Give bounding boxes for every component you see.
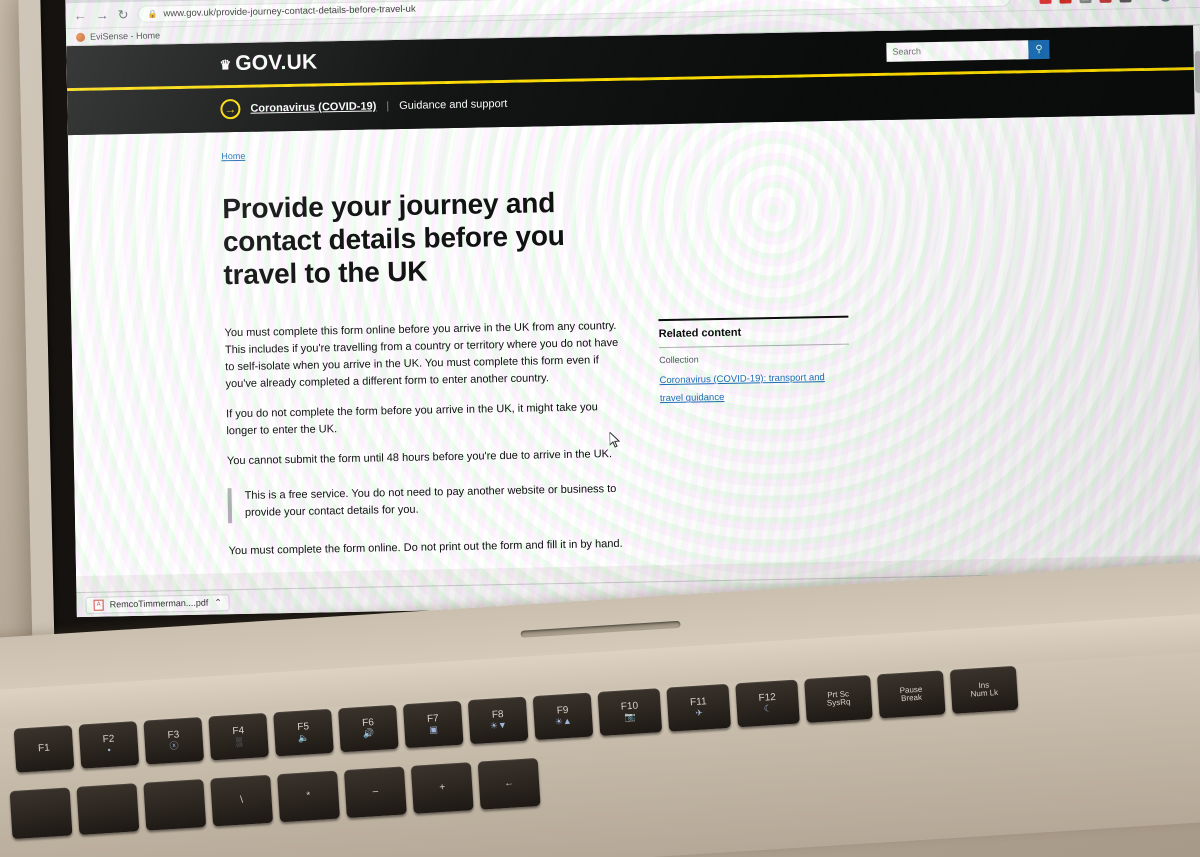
key-label-bottom: SysRq [826, 697, 851, 708]
reading-list-extension-icon[interactable]: ≡ [1059, 0, 1072, 4]
address-bar-url: www.gov.uk/provide-journey-contact-detai… [163, 3, 416, 20]
key-f4[interactable]: F4 ░ [208, 712, 269, 761]
key-f3[interactable]: F3 ⓧ [143, 716, 205, 765]
key-num-0[interactable] [9, 787, 73, 840]
related-content-group-label: Collection [659, 354, 699, 366]
key-glyph-icon: ✈ [694, 707, 704, 718]
key-f10[interactable]: F10 📷 [597, 688, 663, 736]
key-glyph-icon: ▣ [428, 723, 439, 735]
body-paragraph-1: You must complete this form online befor… [224, 320, 619, 391]
screenshot-extension-icon[interactable]: ▣ [1079, 0, 1092, 3]
key-glyph-icon: ☀▲ [554, 715, 573, 727]
puzzle-extensions-icon[interactable]: ❖ [1139, 0, 1151, 2]
photo-scene: Ferry overtochten naar Engeland × Provid… [0, 0, 1200, 857]
key-f2[interactable]: F2 • [78, 721, 140, 769]
crown-icon: ♛ [219, 56, 231, 72]
page-content: Home Provide your journey and contact de… [67, 113, 1200, 576]
body-paragraph-4: You must complete the form online. Do no… [228, 537, 623, 557]
related-content-link[interactable]: Coronavirus (COVID-19): transport and tr… [659, 372, 824, 404]
chrome-menu-icon[interactable]: ⋮ [1179, 0, 1191, 1]
page-viewport: ♛ GOV.UK ⚲ → Coronav [66, 24, 1200, 618]
key-label: F1 [37, 742, 51, 755]
key-glyph-icon: 📷 [624, 711, 637, 722]
screen-bezel: Ferry overtochten naar Engeland × Provid… [39, 0, 1200, 642]
bookmark-evisense-home[interactable]: EviSense - Home [90, 30, 160, 41]
search-input[interactable] [886, 39, 1029, 62]
key-f6[interactable]: F6 🔊 [338, 704, 399, 753]
key-glyph-icon: ░ [235, 736, 243, 747]
key-label: + [438, 781, 446, 793]
key-label: \ [239, 794, 244, 806]
key-f5[interactable]: F5 🔈 [273, 708, 334, 757]
key-pause[interactable]: Pause Break [876, 670, 946, 719]
key-label-bottom: Num Lk [970, 687, 999, 699]
inset-text: This is a free service. You do not need … [244, 483, 617, 520]
key-glyph-icon: 🔊 [362, 727, 375, 739]
key-num-3[interactable]: \ [210, 774, 274, 827]
key-label: * [306, 790, 311, 802]
body-paragraph-3: You cannot submit the form until 48 hour… [226, 448, 613, 468]
banner-separator: | [386, 100, 390, 113]
related-content-sidebar: Related content Collection Coronavirus (… [658, 314, 853, 565]
key-label: – [372, 785, 379, 798]
govuk-search: ⚲ [886, 39, 1050, 62]
key-glyph-icon: ☾ [763, 702, 773, 714]
breadcrumb[interactable]: Home [221, 151, 245, 161]
key-label-bottom: Break [900, 692, 923, 704]
download-item[interactable]: A RemcoTimmerman....pdf ⌃ [85, 593, 231, 614]
main-column: You must complete this form online befor… [224, 318, 629, 573]
govuk-logo[interactable]: ♛ GOV.UK [219, 50, 317, 76]
reload-button[interactable]: ↻ [117, 7, 128, 22]
key-f7[interactable]: F7 ▣ [402, 700, 464, 749]
scrollbar-thumb[interactable] [1194, 50, 1200, 94]
key-num-6[interactable]: + [410, 762, 474, 814]
key-f8[interactable]: F8 ☀▼ [467, 696, 529, 745]
mouse-cursor [609, 431, 621, 448]
key-f1[interactable]: F1 [13, 725, 75, 773]
banner-text: Guidance and support [399, 97, 508, 112]
pdf-icon: A [93, 599, 104, 611]
govuk-logo-text: GOV.UK [235, 50, 318, 76]
key-num-1[interactable] [76, 783, 140, 835]
hinge-slot [520, 620, 681, 638]
bookmark-star-icon[interactable]: ☆ [1019, 0, 1031, 4]
evisense-favicon [75, 32, 86, 42]
key-f9[interactable]: F9 ☀▲ [532, 692, 594, 741]
inset-text-block: This is a free service. You do not need … [227, 481, 629, 523]
key-label: ← [503, 777, 515, 789]
key-num-4[interactable]: * [277, 770, 340, 823]
download-file-name: RemcoTimmerman....pdf [109, 597, 209, 610]
opera-extension-icon[interactable]: O [1039, 0, 1052, 4]
forward-button[interactable]: → [95, 7, 108, 22]
coronavirus-link[interactable]: Coronavirus (COVID-19) [250, 100, 376, 114]
browser-screen: Ferry overtochten naar Engeland × Provid… [64, 0, 1200, 618]
key-prt-sc[interactable]: Prt Sc SysRq [804, 674, 873, 723]
adblock-extension-icon[interactable]: ● [1119, 0, 1132, 3]
key-f12[interactable]: F12 ☾ [735, 679, 800, 728]
number-key-row: \ * – + ← [9, 757, 541, 840]
key-glyph-icon: • [107, 744, 112, 755]
download-expand-icon[interactable]: ⌃ [214, 597, 222, 608]
body-paragraph-2: If you do not complete the form before y… [226, 401, 598, 438]
lock-icon: 🔒 [147, 9, 158, 19]
key-ins[interactable]: Ins Num Lk [949, 665, 1019, 714]
back-button[interactable]: ← [73, 8, 86, 23]
profile-avatar-icon[interactable] [1159, 0, 1172, 2]
key-glyph-icon: ⓧ [169, 740, 179, 751]
key-num-7[interactable]: ← [477, 757, 541, 810]
translate-extension-icon[interactable]: ▭ [1099, 0, 1112, 3]
key-num-5[interactable]: – [343, 766, 407, 819]
key-glyph-icon: 🔈 [297, 731, 310, 743]
key-num-2[interactable] [143, 779, 207, 831]
key-glyph-icon: ☀▼ [489, 719, 508, 731]
arrow-right-icon: → [220, 98, 241, 120]
search-button[interactable]: ⚲ [1028, 39, 1050, 59]
key-f11[interactable]: F11 ✈ [666, 683, 732, 732]
related-content-heading: Related content [658, 326, 742, 341]
page-title: Provide your journey and contact details… [221, 187, 565, 291]
toolbar-icons: ☆ O ≡ ▣ ▭ ● ❖ ⋮ [1019, 0, 1193, 4]
